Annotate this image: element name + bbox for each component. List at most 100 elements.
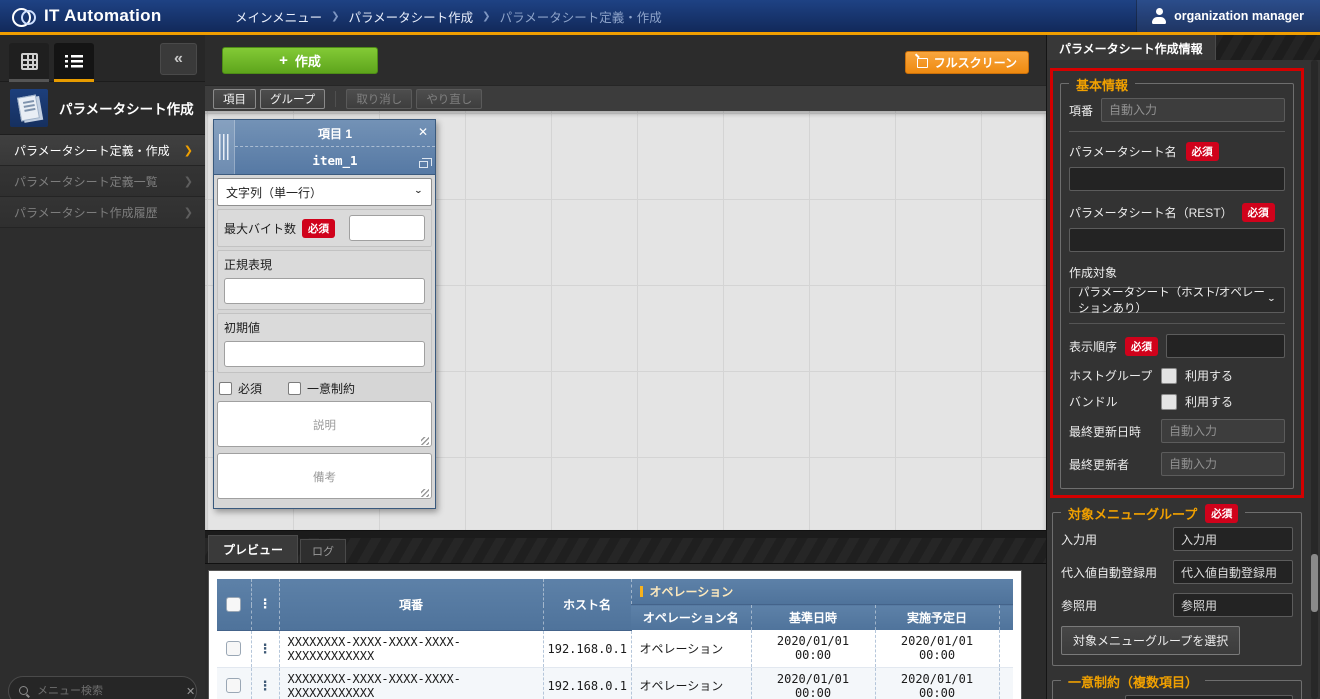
close-icon[interactable] (418, 125, 428, 139)
chevron-right-icon (184, 206, 193, 219)
item-dialog-title: 項目 1 (318, 125, 352, 142)
clear-search-icon[interactable] (186, 685, 195, 698)
panel-resize-splitter[interactable] (205, 530, 1046, 538)
host-group-checkbox[interactable] (1161, 368, 1177, 384)
creation-target-select[interactable]: パラメータシート（ホスト/オペレーションあり） (1069, 287, 1285, 313)
parameter-sheet-icon (10, 89, 48, 127)
basic-info-legend: 基本情報 (1069, 75, 1135, 94)
kebab-menu-icon[interactable] (259, 641, 272, 656)
sidebar-item-label: パラメータシート定義・作成 (14, 142, 170, 159)
display-order-input[interactable] (1166, 334, 1285, 358)
table-row: XXXXXXXX-XXXX-XXXX-XXXX-XXXXXXXXXXXX 192… (217, 630, 1013, 667)
id-label: 項番 (1069, 102, 1093, 119)
app-root: IT Automation メインメニュー パラメータシート作成 パラメータシー… (0, 0, 1320, 699)
description-textarea[interactable] (217, 401, 432, 447)
select-target-menu-group-button[interactable]: 対象メニューグループを選択 (1061, 626, 1240, 655)
tab-creation-info[interactable]: パラメータシート作成情報 (1047, 35, 1216, 60)
scrollbar-thumb[interactable] (1311, 554, 1318, 612)
sidebar-collapse-button[interactable] (160, 43, 197, 75)
sheet-name-input[interactable] (1069, 167, 1285, 191)
list-icon (65, 54, 83, 68)
sidebar-item-definition-list[interactable]: パラメータシート定義一覧 (0, 166, 205, 197)
row-menu-header (251, 579, 279, 630)
undo-button[interactable]: 取り消し (346, 89, 412, 109)
host-group-use-label: 利用する (1185, 367, 1233, 384)
user-menu[interactable]: organization manager (1136, 0, 1320, 32)
preview-table: 項番 ホスト名 オペレーション オペレーション名 基準日時 実施予定日 最 (217, 579, 1013, 699)
reference-use-label: 参照用 (1061, 597, 1165, 614)
group-marker-icon (640, 586, 643, 597)
reference-use-field[interactable] (1173, 593, 1293, 617)
preview-area: 項番 ホスト名 オペレーション オペレーション名 基準日時 実施予定日 最 (205, 564, 1046, 699)
add-group-button[interactable]: グループ (260, 89, 325, 109)
column-header-scheduled-date[interactable]: 実施予定日 (875, 605, 999, 631)
copy-window-icon[interactable] (419, 161, 428, 168)
column-header-last-updated-clipped[interactable]: 最 (999, 605, 1013, 631)
item-name[interactable]: item_1 (312, 153, 357, 168)
cell-base-datetime: 2020/01/01 00:00 (751, 630, 875, 667)
unique-checkbox-label: 一意制約 (307, 380, 355, 397)
max-bytes-input[interactable] (349, 215, 425, 241)
chevron-right-icon (184, 175, 193, 188)
bundle-checkbox[interactable] (1161, 394, 1177, 410)
sidebar-tab-menu-list[interactable] (54, 43, 94, 82)
column-header-operation-name[interactable]: オペレーション名 (631, 605, 751, 631)
last-updater-label: 最終更新者 (1069, 456, 1153, 473)
logo-text: IT Automation (44, 6, 162, 26)
kebab-menu-icon[interactable] (259, 596, 272, 611)
cell-last (999, 630, 1013, 667)
panel-tabbar: パラメータシート作成情報 (1047, 35, 1320, 60)
add-item-button[interactable]: 項目 (213, 89, 256, 109)
sidebar-section-title: パラメータシート作成 (0, 82, 205, 135)
pattern-input[interactable] (1125, 695, 1293, 699)
host-group-label: ホストグループ (1069, 367, 1153, 384)
menu-search-input[interactable] (37, 685, 179, 697)
cell-host: 192.168.0.1 (543, 630, 631, 667)
regex-input[interactable] (224, 278, 425, 304)
column-header-base-datetime[interactable]: 基準日時 (751, 605, 875, 631)
app-logo[interactable]: IT Automation (0, 6, 205, 26)
editor-toolbar: 項目 グループ 取り消し やり直し (205, 85, 1046, 111)
tab-log[interactable]: ログ (300, 539, 346, 563)
row-checkbox[interactable] (226, 641, 241, 656)
required-checkbox[interactable] (219, 382, 232, 395)
column-header-host[interactable]: ホスト名 (543, 579, 631, 630)
create-button[interactable]: 作成 (222, 47, 378, 74)
breadcrumb-separator-icon (482, 11, 490, 22)
input-use-field[interactable] (1173, 527, 1293, 551)
tab-preview[interactable]: プレビュー (208, 535, 298, 563)
sidebar-tab-grid[interactable] (9, 43, 49, 82)
preview-table-container: 項番 ホスト名 オペレーション オペレーション名 基準日時 実施予定日 最 (208, 570, 1022, 699)
id-input (1101, 98, 1285, 122)
row-checkbox[interactable] (226, 678, 241, 693)
item-type-select[interactable]: 文字列（単一行） (217, 178, 432, 206)
cell-scheduled-date: 2020/01/01 00:00 (875, 667, 999, 699)
sidebar-item-definition-create[interactable]: パラメータシート定義・作成 (0, 135, 205, 166)
cell-base-datetime: 2020/01/01 00:00 (751, 667, 875, 699)
max-bytes-label: 最大バイト数 (224, 220, 296, 237)
fullscreen-button[interactable]: フルスクリーン (905, 51, 1029, 74)
sidebar-menu: パラメータシート定義・作成 パラメータシート定義一覧 パラメータシート作成履歴 (0, 135, 205, 228)
toolbar-divider (335, 91, 336, 107)
menu-search-bar[interactable] (8, 676, 197, 699)
sheet-editor-canvas[interactable]: 項目 1 item_1 文字列（単一行） 最大バイト (205, 111, 1046, 530)
default-value-input[interactable] (224, 341, 425, 367)
redo-button[interactable]: やり直し (416, 89, 482, 109)
sidebar-tabbar (0, 35, 205, 82)
breadcrumb-main-menu[interactable]: メインメニュー (235, 7, 322, 26)
target-menu-group-legend: 対象メニューグループ (1068, 504, 1197, 523)
kebab-menu-icon[interactable] (259, 678, 272, 693)
unique-constraint-checkbox[interactable] (288, 382, 301, 395)
column-header-id[interactable]: 項番 (279, 579, 543, 630)
sheet-name-rest-input[interactable] (1069, 228, 1285, 252)
search-icon (19, 686, 30, 697)
substitution-use-field[interactable] (1173, 560, 1293, 584)
drag-handle-icon[interactable] (214, 120, 235, 174)
sidebar-item-creation-history[interactable]: パラメータシート作成履歴 (0, 197, 205, 228)
chevron-right-icon (184, 144, 193, 157)
select-all-checkbox[interactable] (226, 597, 241, 612)
top-header: IT Automation メインメニュー パラメータシート作成 パラメータシー… (0, 0, 1320, 35)
note-textarea[interactable] (217, 453, 432, 499)
breadcrumb-parameter-sheet[interactable]: パラメータシート作成 (349, 7, 474, 26)
panel-body: 基本情報 項番 パラメータシート名 必須 パラメータシート名（REST） 必須 (1047, 60, 1320, 699)
